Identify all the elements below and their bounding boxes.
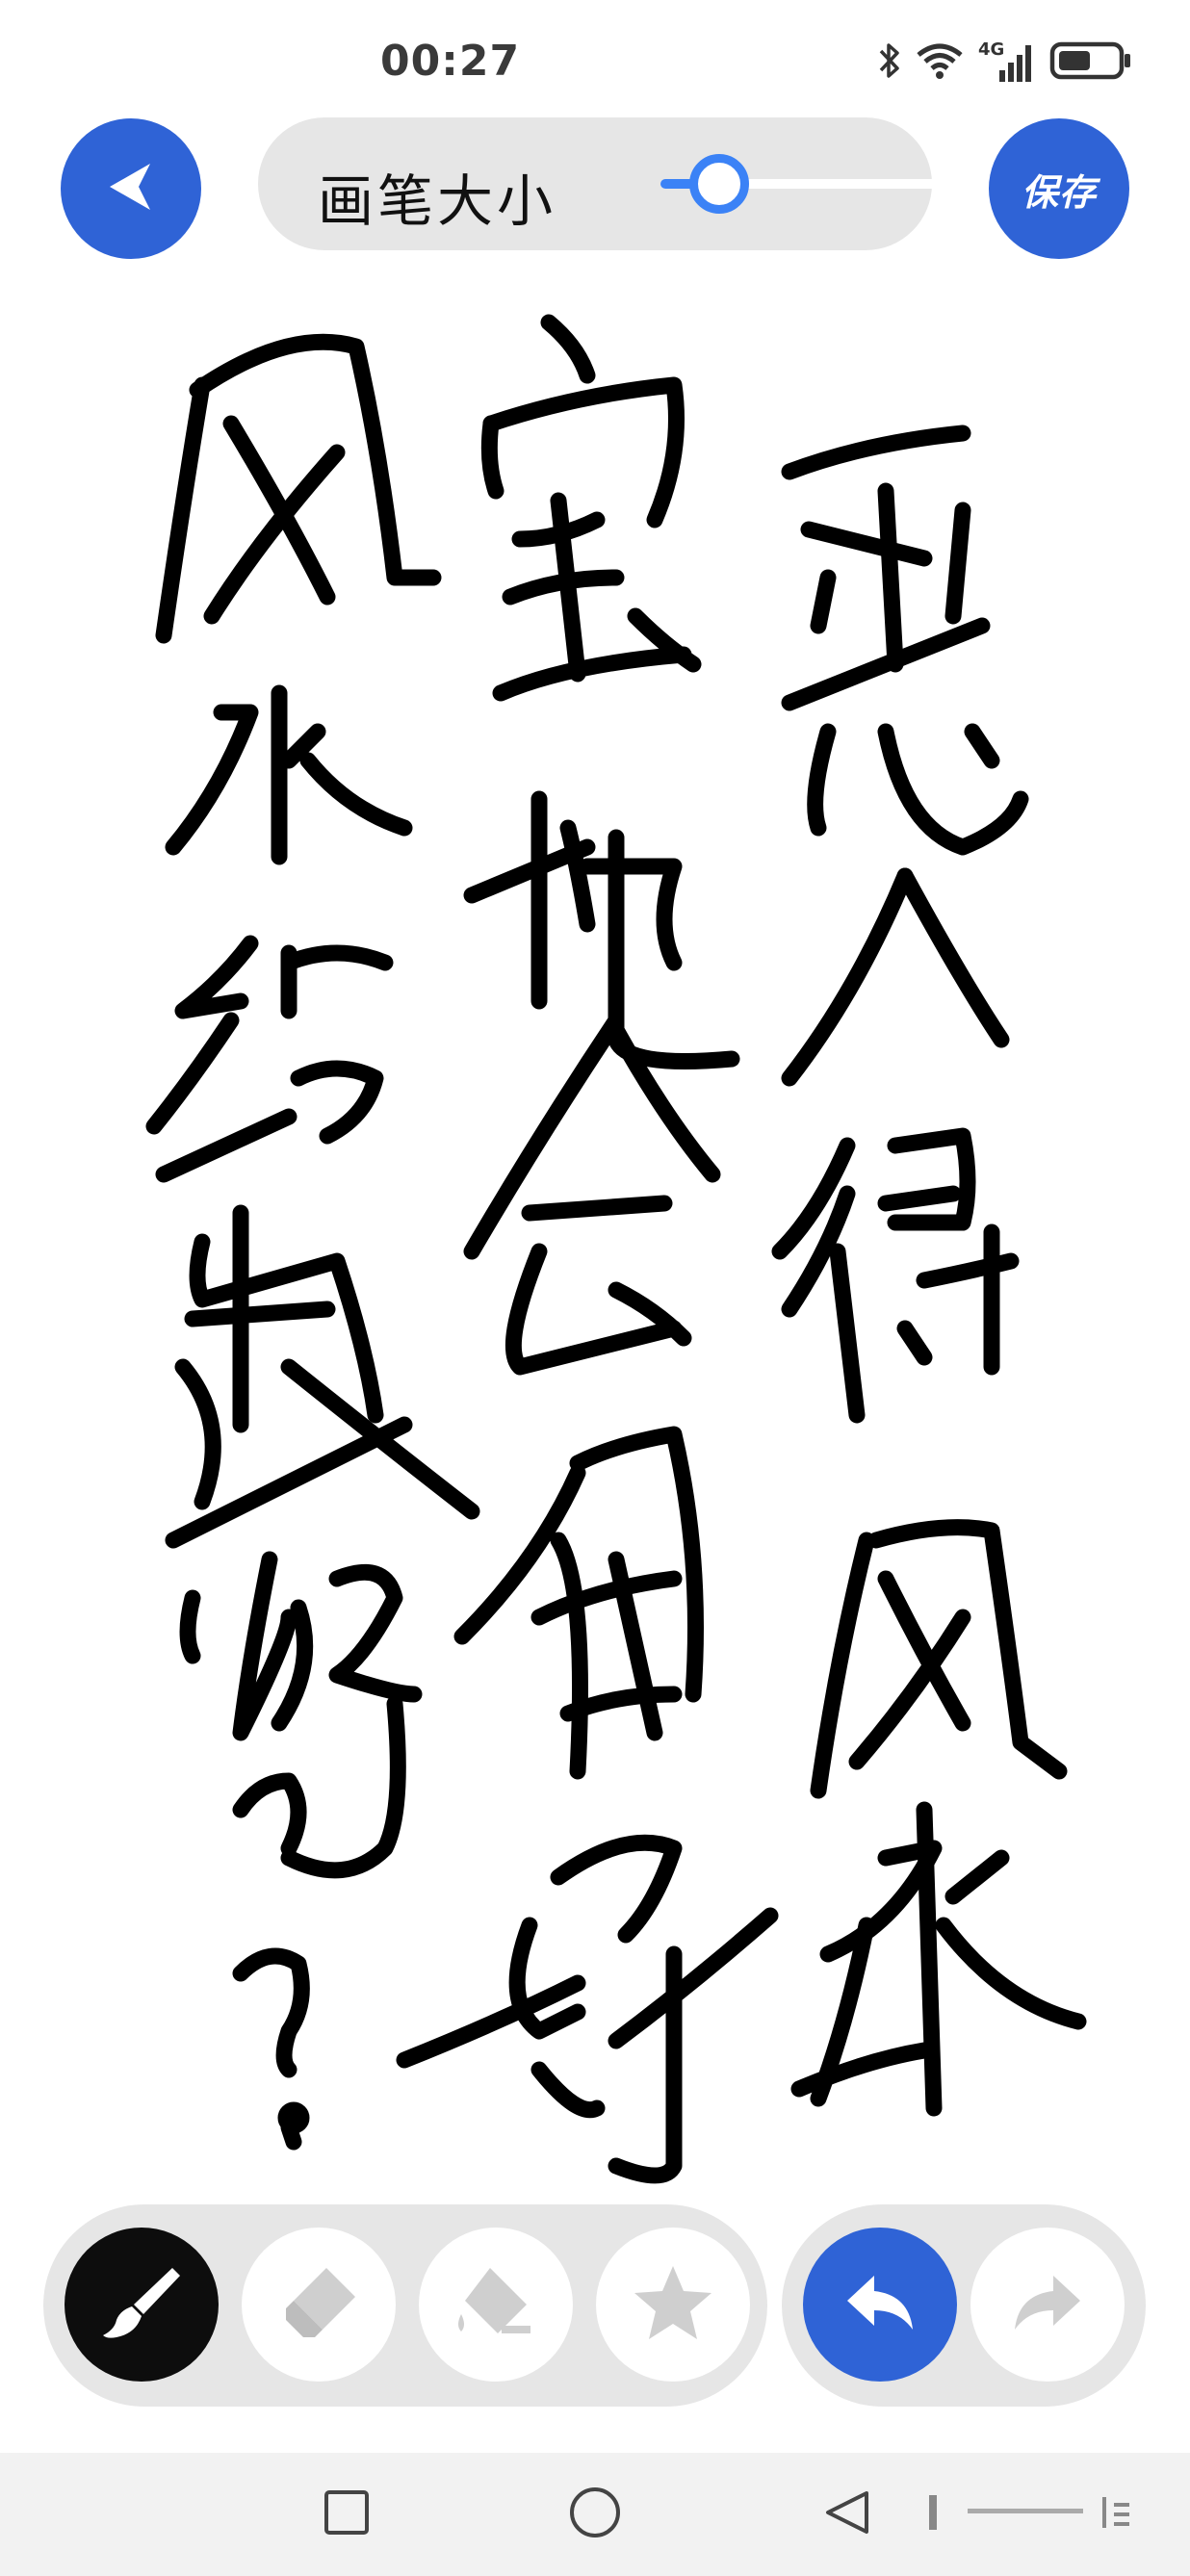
system-navigation-bar — [0, 2453, 1190, 2576]
brush-tool-button[interactable] — [65, 2228, 219, 2382]
drawing-canvas[interactable] — [0, 289, 1190, 2185]
status-icons: 4G — [878, 39, 1132, 86]
history-controls — [782, 2204, 1146, 2407]
back-triangle-icon — [822, 2487, 872, 2541]
tool-palette — [43, 2204, 767, 2407]
back-icon — [100, 156, 162, 221]
status-bar: 00:27 4G — [0, 0, 1190, 116]
recents-button[interactable] — [308, 2453, 385, 2576]
signal-4g-icon: 4G — [978, 39, 1036, 84]
wifi-icon — [915, 41, 965, 84]
eraser-icon — [274, 2258, 363, 2351]
undo-button[interactable] — [803, 2228, 957, 2382]
save-label: 保存 — [1021, 170, 1097, 214]
star-icon — [629, 2258, 717, 2351]
save-button[interactable]: 保存 — [989, 118, 1129, 259]
redo-icon — [1007, 2262, 1088, 2347]
menu-icon — [910, 2487, 1141, 2541]
paint-bucket-icon — [452, 2258, 540, 2351]
recents-square-icon — [323, 2488, 371, 2540]
status-time: 00:27 — [380, 37, 521, 86]
slider-thumb[interactable] — [689, 154, 749, 214]
fill-tool-button[interactable] — [419, 2228, 573, 2382]
brush-size-slider[interactable] — [258, 117, 1132, 250]
nav-menu-button[interactable] — [895, 2453, 1155, 2576]
home-button[interactable] — [556, 2453, 634, 2576]
eraser-tool-button[interactable] — [242, 2228, 396, 2382]
back-button[interactable] — [61, 118, 201, 259]
undo-icon — [840, 2262, 920, 2347]
stamp-tool-button[interactable] — [596, 2228, 750, 2382]
ink-strokes — [145, 314, 1087, 2184]
redo-button[interactable] — [970, 2228, 1125, 2382]
nav-back-button[interactable] — [809, 2453, 886, 2576]
drawing-screen: 00:27 4G 画笔大小 保存 — [0, 0, 1190, 2576]
home-circle-icon — [568, 2486, 622, 2543]
bluetooth-icon — [878, 41, 901, 84]
brush-icon — [97, 2258, 186, 2351]
battery-icon — [1049, 39, 1132, 86]
